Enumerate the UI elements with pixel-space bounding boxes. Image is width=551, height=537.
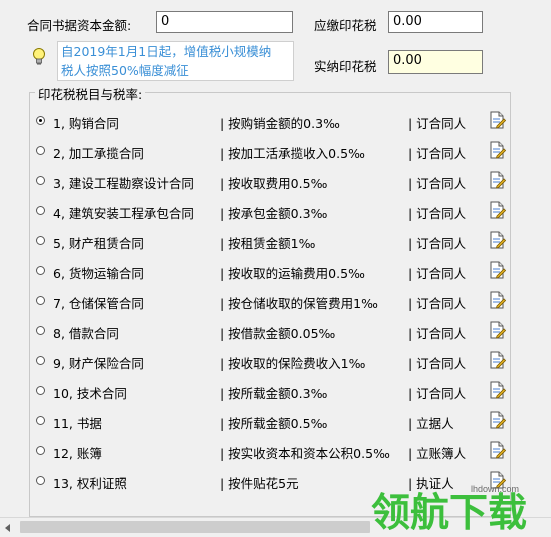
document-edit-icon[interactable] [488, 381, 506, 399]
contract-amount-input[interactable]: 0 [156, 11, 293, 33]
tax-payer: | 立据人 [408, 416, 454, 431]
scrollbar-thumb[interactable] [20, 521, 370, 533]
tax-item-name[interactable]: 7, 仓储保管合同 [53, 293, 144, 312]
tax-payer: | 订合同人 [408, 146, 467, 161]
tax-rate-rule: | 按所载金额0.3‰ [220, 386, 328, 401]
tax-item-name[interactable]: 13, 权利证照 [53, 473, 127, 492]
tax-payer: | 订合同人 [408, 176, 467, 191]
tax-rate-rule: | 按件贴花5元 [220, 476, 299, 491]
tax-payer: | 订合同人 [408, 266, 467, 281]
tax-rate-radio[interactable] [36, 206, 45, 215]
document-edit-icon[interactable] [488, 111, 506, 129]
tax-rate-row[interactable]: 10, 技术合同 | 按所载金额0.3‰ | 订合同人 [36, 381, 516, 401]
tax-payer: | 订合同人 [408, 326, 467, 341]
tax-rate-row[interactable]: 5, 财产租赁合同 | 按租赁金额1‰ | 订合同人 [36, 231, 516, 251]
tax-rate-rule: | 按所载金额0.5‰ [220, 416, 328, 431]
tax-rate-row[interactable]: 3, 建设工程勘察设计合同 | 按收取费用0.5‰ | 订合同人 [36, 171, 516, 191]
tax-item-name[interactable]: 4, 建筑安装工程承包合同 [53, 203, 194, 222]
tax-payer: | 订合同人 [408, 116, 467, 131]
tax-rate-rule: | 按租赁金额1‰ [220, 236, 316, 251]
tax-payer: | 立账簿人 [408, 446, 467, 461]
tax-rate-rule: | 按收取的保险费收入1‰ [220, 356, 366, 371]
scroll-left-arrow-icon[interactable] [5, 524, 10, 532]
notice-line-2: 税人按照50%幅度减征 [61, 63, 189, 78]
tax-rate-row[interactable]: 8, 借款合同 | 按借款金额0.05‰ | 订合同人 [36, 321, 516, 341]
tax-rate-radio[interactable] [36, 326, 45, 335]
tax-rate-row[interactable]: 7, 仓储保管合同 | 按仓储收取的保管费用1‰ | 订合同人 [36, 291, 516, 311]
tax-item-name[interactable]: 11, 书据 [53, 413, 102, 432]
tax-rate-radio[interactable] [36, 266, 45, 275]
document-edit-icon[interactable] [488, 291, 506, 309]
tax-rate-rule: | 按加工活承揽收入0.5‰ [220, 146, 365, 161]
tax-rate-row[interactable]: 4, 建筑安装工程承包合同 | 按承包金额0.3‰ | 订合同人 [36, 201, 516, 221]
tax-rate-radio[interactable] [36, 386, 45, 395]
tax-rate-radio[interactable] [36, 476, 45, 485]
actual-stamp-tax-field[interactable]: 0.00 [388, 50, 483, 74]
tax-rate-rule: | 按借款金额0.05‰ [220, 326, 336, 341]
watermark-text: 领航下载 [371, 491, 527, 530]
contract-amount-label: 合同书据资本金额: [27, 18, 132, 33]
tax-rate-radio[interactable] [36, 296, 45, 305]
document-edit-icon[interactable] [488, 411, 506, 429]
tax-item-name[interactable]: 3, 建设工程勘察设计合同 [53, 173, 194, 192]
tax-rate-rule: | 按收取费用0.5‰ [220, 176, 328, 191]
tax-rate-row[interactable]: 6, 货物运输合同 | 按收取的运输费用0.5‰ | 订合同人 [36, 261, 516, 281]
actual-stamp-tax-label: 实纳印花税 [314, 59, 377, 74]
tax-item-name[interactable]: 6, 货物运输合同 [53, 263, 144, 282]
tax-rate-row[interactable]: 11, 书据 | 按所载金额0.5‰ | 立据人 [36, 411, 516, 431]
tax-item-name[interactable]: 1, 购销合同 [53, 113, 119, 132]
tax-rate-row[interactable]: 2, 加工承揽合同 | 按加工活承揽收入0.5‰ | 订合同人 [36, 141, 516, 161]
tax-rate-rule: | 按仓储收取的保管费用1‰ [220, 296, 378, 311]
document-edit-icon[interactable] [488, 321, 506, 339]
document-edit-icon[interactable] [488, 171, 506, 189]
tax-items-group-title: 印花税税目与税率: [35, 84, 146, 103]
document-edit-icon[interactable] [488, 231, 506, 249]
watermark-logo: lhdown.com 领航下载 [371, 484, 527, 530]
tax-item-name[interactable]: 2, 加工承揽合同 [53, 143, 144, 162]
document-edit-icon[interactable] [488, 201, 506, 219]
tax-item-name[interactable]: 8, 借款合同 [53, 323, 119, 342]
tax-rate-rule: | 按收取的运输费用0.5‰ [220, 266, 365, 281]
tax-rate-radio[interactable] [36, 236, 45, 245]
tax-item-name[interactable]: 9, 财产保险合同 [53, 353, 144, 372]
tax-payer: | 订合同人 [408, 296, 467, 311]
tax-rate-radio[interactable] [36, 116, 45, 125]
tax-rate-radio[interactable] [36, 416, 45, 425]
tax-payer: | 订合同人 [408, 206, 467, 221]
tax-payer: | 订合同人 [408, 236, 467, 251]
tax-payer: | 订合同人 [408, 356, 467, 371]
tax-rate-row[interactable]: 12, 账簿 | 按实收资本和资本公积0.5‰ | 立账簿人 [36, 441, 516, 461]
tax-rate-radio[interactable] [36, 176, 45, 185]
document-edit-icon[interactable] [488, 141, 506, 159]
tax-item-name[interactable]: 10, 技术合同 [53, 383, 127, 402]
notice-line-1: 自2019年1月1日起，增值税小规模纳 [61, 44, 272, 59]
tax-rate-radio[interactable] [36, 446, 45, 455]
tax-rate-radio[interactable] [36, 356, 45, 365]
tax-reduction-notice: 自2019年1月1日起，增值税小规模纳 税人按照50%幅度减征 [57, 41, 294, 81]
tax-rate-rule: | 按实收资本和资本公积0.5‰ [220, 446, 390, 461]
document-edit-icon[interactable] [488, 441, 506, 459]
document-edit-icon[interactable] [488, 261, 506, 279]
tax-payer: | 订合同人 [408, 386, 467, 401]
tax-rate-radio[interactable] [36, 146, 45, 155]
lightbulb-icon [33, 48, 45, 65]
tax-rate-rule: | 按承包金额0.3‰ [220, 206, 328, 221]
tax-item-name[interactable]: 5, 财产租赁合同 [53, 233, 144, 252]
tax-rate-row[interactable]: 1, 购销合同 | 按购销金额的0.3‰ | 订合同人 [36, 111, 516, 131]
tax-rate-row[interactable]: 9, 财产保险合同 | 按收取的保险费收入1‰ | 订合同人 [36, 351, 516, 371]
payable-stamp-tax-field[interactable]: 0.00 [388, 11, 483, 33]
payable-stamp-tax-label: 应缴印花税 [314, 18, 377, 33]
tax-item-name[interactable]: 12, 账簿 [53, 443, 102, 462]
document-edit-icon[interactable] [488, 351, 506, 369]
tax-rate-rule: | 按购销金额的0.3‰ [220, 116, 340, 131]
